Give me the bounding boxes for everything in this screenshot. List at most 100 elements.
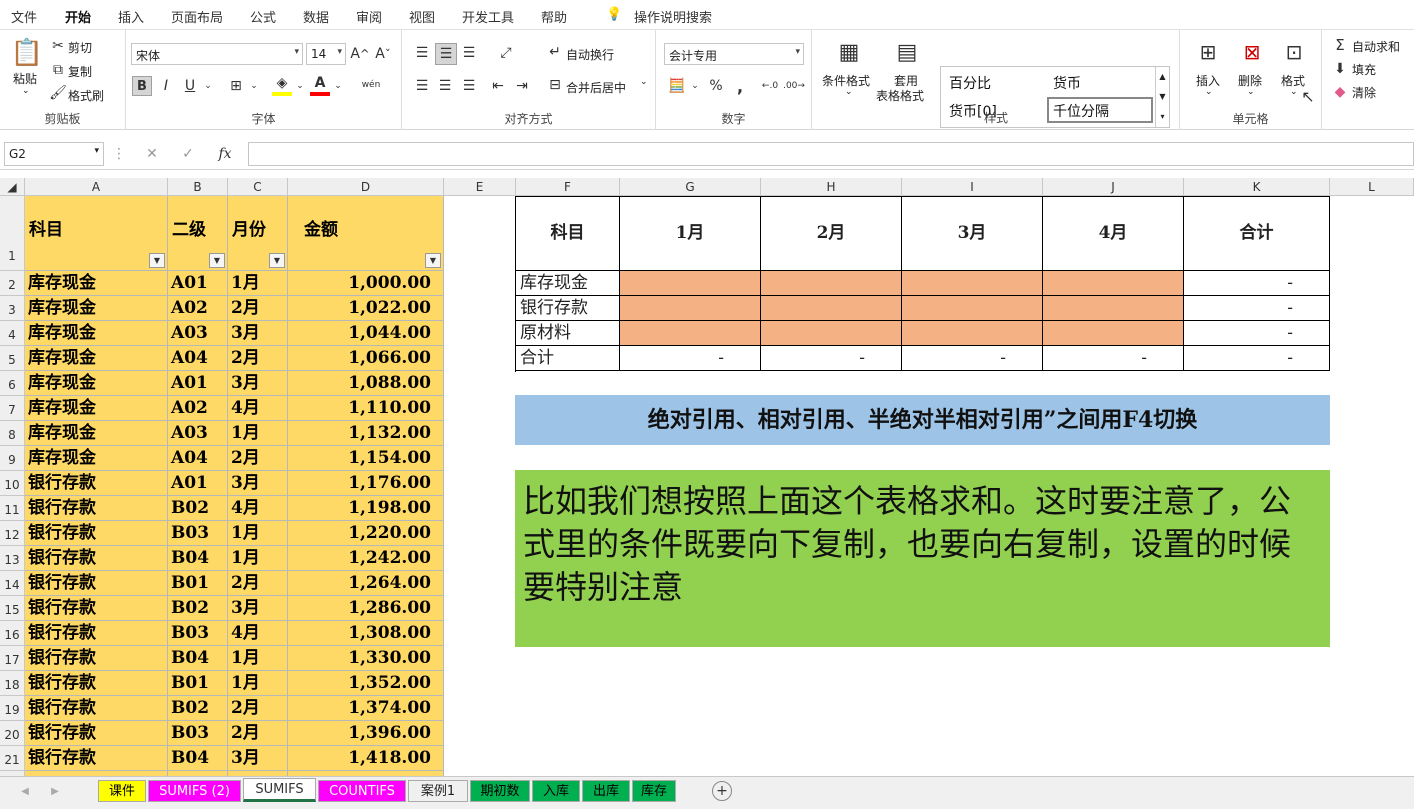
row-header[interactable]: 4: [0, 321, 25, 346]
phonetic-button[interactable]: wén: [358, 74, 384, 96]
row-header[interactable]: 1: [0, 196, 25, 271]
table-row-cell[interactable]: B01: [168, 571, 228, 596]
sheet-tab[interactable]: SUMIFS (2): [148, 780, 241, 802]
table-row-cell[interactable]: 3月: [228, 471, 288, 496]
table-row-cell[interactable]: 库存现金: [25, 371, 168, 396]
table-row-cell[interactable]: 2月: [228, 296, 288, 321]
menu-home[interactable]: 开始: [65, 7, 92, 33]
summary-value-cell[interactable]: [620, 296, 761, 321]
chevron-down-icon[interactable]: ⌄: [1247, 87, 1255, 97]
row-header[interactable]: 13: [0, 546, 25, 571]
filter-dropdown-icon[interactable]: ▼: [209, 253, 225, 268]
decrease-decimal-icon[interactable]: .00→: [783, 76, 805, 96]
italic-button[interactable]: I: [156, 76, 176, 96]
table-row-cell[interactable]: B02: [168, 496, 228, 521]
summary-value-cell[interactable]: -: [902, 346, 1043, 371]
summary-row-label[interactable]: 合计: [516, 346, 620, 371]
row-header[interactable]: 10: [0, 471, 25, 496]
table-row-cell[interactable]: 1,022.00: [288, 296, 444, 321]
underline-button[interactable]: U: [180, 76, 200, 96]
chevron-down-icon[interactable]: ⌄: [332, 76, 344, 96]
bold-button[interactable]: B: [132, 76, 152, 96]
column-header-j[interactable]: J: [1043, 178, 1184, 196]
row-header[interactable]: 2: [0, 271, 25, 296]
column-header-k[interactable]: K: [1184, 178, 1330, 196]
table-row-cell[interactable]: 4月: [228, 496, 288, 521]
row-header[interactable]: 16: [0, 621, 25, 646]
summary-value-cell[interactable]: [1043, 296, 1184, 321]
summary-row-label[interactable]: 库存现金: [516, 271, 620, 296]
table-row-cell[interactable]: A01: [168, 271, 228, 296]
table-row-cell[interactable]: A02: [168, 396, 228, 421]
sheet-tab[interactable]: 入库: [532, 780, 580, 802]
sheet-tab[interactable]: COUNTIFS: [318, 780, 406, 802]
menu-file[interactable]: 文件: [11, 7, 37, 26]
chevron-down-icon[interactable]: ⌄: [294, 76, 306, 96]
summary-value-cell[interactable]: -: [1184, 271, 1330, 296]
tab-scroll-right-icon[interactable]: ▶: [48, 783, 62, 799]
paste-button[interactable]: 粘贴: [13, 70, 37, 87]
table-row-cell[interactable]: 2月: [228, 571, 288, 596]
accounting-icon[interactable]: 🧮: [666, 76, 688, 96]
row-header[interactable]: 21: [0, 746, 25, 771]
row-header[interactable]: 18: [0, 671, 25, 696]
table-row-cell[interactable]: 银行存款: [25, 471, 168, 496]
table-row-cell[interactable]: 1,088.00: [288, 371, 444, 396]
summary-value-cell[interactable]: [1043, 321, 1184, 346]
column-header-h[interactable]: H: [761, 178, 902, 196]
summary-value-cell[interactable]: -: [1184, 321, 1330, 346]
table-row-cell[interactable]: 1,132.00: [288, 421, 444, 446]
column-header-g[interactable]: G: [620, 178, 761, 196]
summary-value-cell[interactable]: [761, 296, 902, 321]
table-row-cell[interactable]: B03: [168, 621, 228, 646]
menu-help[interactable]: 帮助: [541, 7, 567, 26]
table-row-cell[interactable]: 银行存款: [25, 721, 168, 746]
table-row-cell[interactable]: B04: [168, 546, 228, 571]
table-row-cell[interactable]: 库存现金: [25, 421, 168, 446]
table-row-cell[interactable]: 银行存款: [25, 546, 168, 571]
table-row-cell[interactable]: A01: [168, 471, 228, 496]
table-row-cell[interactable]: 1月: [228, 421, 288, 446]
format-painter-button[interactable]: 格式刷: [68, 87, 104, 104]
summary-value-cell[interactable]: [620, 271, 761, 296]
align-left-icon[interactable]: ☰: [412, 76, 432, 96]
table-row-cell[interactable]: 库存现金: [25, 396, 168, 421]
table-row-cell[interactable]: 1月: [228, 521, 288, 546]
summary-value-cell[interactable]: -: [620, 346, 761, 371]
table-row-cell[interactable]: 银行存款: [25, 696, 168, 721]
comma-button[interactable]: ,: [730, 76, 750, 96]
table-row-cell[interactable]: A03: [168, 421, 228, 446]
row-header[interactable]: 20: [0, 721, 25, 746]
table-row-cell[interactable]: 1,176.00: [288, 471, 444, 496]
row-header[interactable]: 3: [0, 296, 25, 321]
style-currency[interactable]: 货币: [1053, 73, 1081, 93]
column-header-e[interactable]: E: [444, 178, 516, 196]
row-header[interactable]: 17: [0, 646, 25, 671]
column-header-a[interactable]: A: [25, 178, 168, 196]
table-row-cell[interactable]: 1月: [228, 546, 288, 571]
row-header[interactable]: 19: [0, 696, 25, 721]
table-row-cell[interactable]: 1月: [228, 671, 288, 696]
table-row-cell[interactable]: B04: [168, 746, 228, 771]
filter-dropdown-icon[interactable]: ▼: [269, 253, 285, 268]
align-center-icon[interactable]: ☰: [435, 76, 455, 96]
chevron-down-icon[interactable]: ⌄: [22, 86, 30, 96]
table-row-cell[interactable]: 1,286.00: [288, 596, 444, 621]
table-row-cell[interactable]: 1,330.00: [288, 646, 444, 671]
sheet-tab[interactable]: 库存: [632, 780, 676, 802]
chevron-down-icon[interactable]: ⌄: [640, 77, 648, 87]
table-row-cell[interactable]: 银行存款: [25, 596, 168, 621]
table-row-cell[interactable]: 4月: [228, 621, 288, 646]
chevron-down-icon[interactable]: ⌄: [1290, 87, 1298, 97]
enter-icon[interactable]: ✓: [176, 144, 200, 164]
summary-value-cell[interactable]: -: [761, 346, 902, 371]
orientation-icon[interactable]: ⤢: [492, 43, 520, 63]
percent-button[interactable]: %: [706, 76, 726, 96]
table-row-cell[interactable]: 银行存款: [25, 746, 168, 771]
table-row-cell[interactable]: A03: [168, 321, 228, 346]
table-row-cell[interactable]: 1,154.00: [288, 446, 444, 471]
decrease-indent-icon[interactable]: ⇤: [488, 76, 508, 96]
sheet-tab[interactable]: 期初数: [470, 780, 530, 802]
shrink-font-icon[interactable]: Aˇ: [374, 45, 392, 63]
tab-scroll-left-icon[interactable]: ◀: [18, 783, 32, 799]
